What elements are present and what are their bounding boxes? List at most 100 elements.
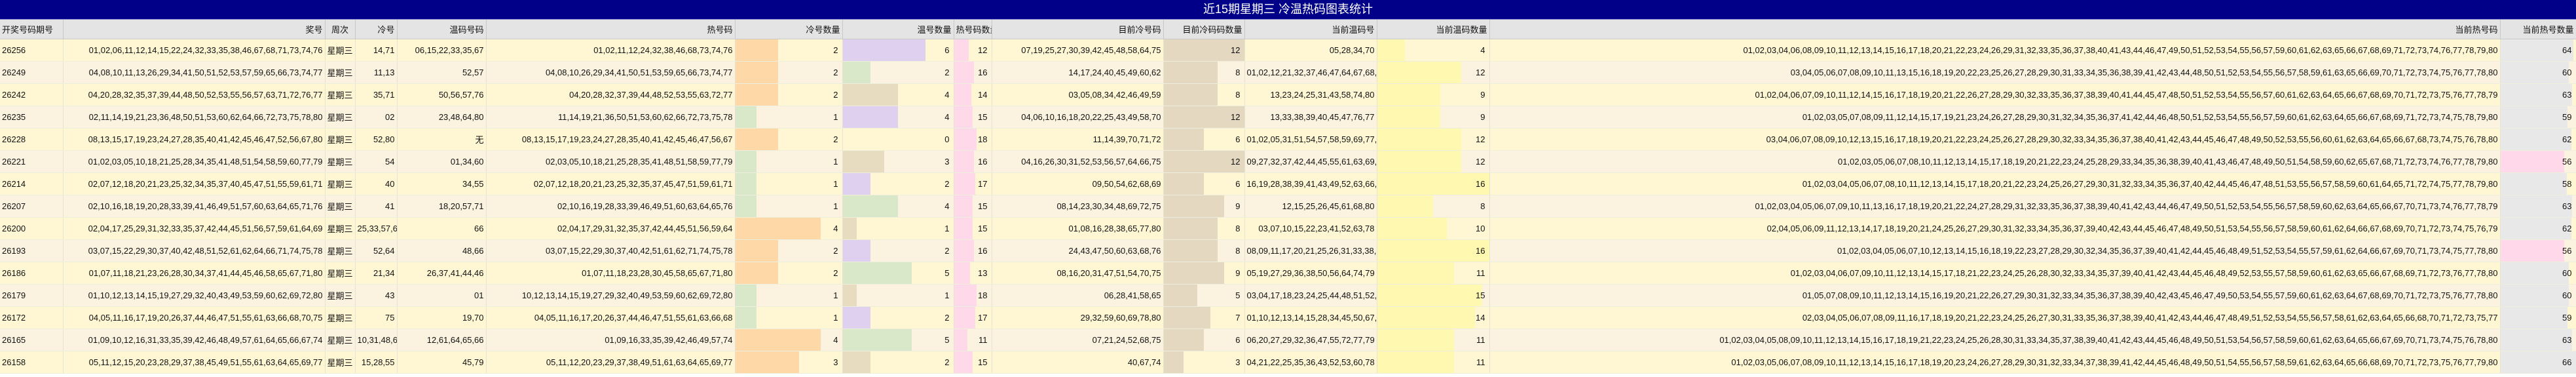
period-cell: 26235 [0,106,64,129]
cold-count-cell: 2 [735,61,843,84]
table-row[interactable]: 26228 08,13,15,17,19,23,24,27,28,35,40,41… [0,128,2576,151]
hot-cell: 05,11,12,20,23,29,37,38,49,51,61,63,64,6… [486,351,736,374]
period-cell: 26172 [0,306,64,329]
hot-count-cell-fill [954,262,971,284]
cur-warm-count-cell-value: 15 [1476,290,1485,300]
target-cold-cell: 04,06,10,16,18,20,22,25,43,49,58,70 [992,106,1164,129]
col-target-cold-count[interactable]: 目前冷码码数量 [1163,20,1245,39]
target-cold-count-cell-fill [1163,262,1224,284]
weekday-cell: 星期三 [325,106,356,129]
cold-cell: 75 [355,306,398,329]
table-row[interactable]: 26256 01,02,06,11,12,14,15,22,24,32,33,35… [0,39,2576,62]
table-row[interactable]: 26179 01,10,12,13,14,15,19,27,29,32,40,43… [0,284,2576,307]
cur-hot-count-cell: 62 [2500,217,2576,240]
table-row[interactable]: 26158 05,11,12,15,20,23,28,29,37,38,45,49… [0,351,2576,374]
cur-warm-count-cell-value: 11 [1476,335,1485,345]
cold-cell: 02 [355,106,398,129]
cur-warm-count-cell-value: 11 [1476,268,1485,278]
cur-hot-count-cell: 62 [2500,128,2576,151]
col-weekday[interactable]: 周次 [325,20,356,39]
period-cell: 26228 [0,128,64,151]
col-cur-warm[interactable]: 当前温码号 [1244,20,1377,39]
cur-warm-count-cell-fill [1377,351,1455,373]
col-period[interactable]: 开奖号码期号 [0,20,64,39]
col-cur-warm-count[interactable]: 当前温码数量 [1377,20,1490,39]
col-warm-count[interactable]: 温号数量 [842,20,954,39]
table-row[interactable]: 26235 02,11,14,19,21,23,36,48,50,51,53,60… [0,106,2576,129]
warm-count-cell: 2 [842,61,954,84]
cur-hot-count-cell-value: 56 [2562,246,2572,256]
warm-count-cell-fill [842,84,898,106]
col-warm[interactable]: 温码号码 [397,20,487,39]
target-cold-count-cell: 12 [1163,39,1245,62]
cur-warm-count-cell: 12 [1377,128,1490,151]
cold-cell: 21,34 [355,262,398,285]
table-row[interactable]: 26242 04,20,28,32,35,37,39,44,48,50,52,53… [0,83,2576,106]
hot-count-cell-fill [954,351,973,373]
cur-warm-count-cell: 4 [1377,39,1490,62]
cur-hot-cell: 01,02,04,06,07,09,10,11,12,14,15,16,17,1… [1489,83,2501,106]
hot-cell: 04,20,28,32,37,39,44,48,52,53,55,63,72,7… [486,83,736,106]
cur-warm-cell: 05,28,34,70 [1244,39,1377,62]
table-row[interactable]: 26249 04,08,10,11,13,26,29,34,41,50,51,52… [0,61,2576,84]
cur-warm-cell: 03,04,17,18,23,24,25,44,48,51,52,56,66,7… [1244,284,1377,307]
cur-hot-count-cell-fill [2500,84,2573,106]
period-cell: 26214 [0,172,64,195]
cold-count-cell-value: 2 [833,268,838,278]
warm-count-cell: 6 [842,39,954,62]
cur-warm-count-cell-value: 9 [1480,112,1485,122]
weekday-cell: 星期三 [325,351,356,374]
table-row[interactable]: 26172 04,05,11,16,17,19,20,26,37,44,46,47… [0,306,2576,329]
cur-hot-cell: 01,05,07,08,09,10,11,12,13,14,15,16,19,2… [1489,284,2501,307]
col-hot[interactable]: 热号码 [486,20,736,39]
hot-count-cell: 16 [954,61,992,84]
col-cold[interactable]: 冷号 [355,20,398,39]
target-cold-count-cell: 6 [1163,128,1245,151]
target-cold-cell: 40,67,74 [992,351,1164,374]
hot-count-cell: 11 [954,328,992,351]
warm-count-cell: 1 [842,284,954,307]
cur-hot-count-cell-fill [2500,262,2569,284]
prize-cell: 08,13,15,17,19,23,24,27,28,35,40,41,42,4… [63,128,326,151]
warm-count-cell-fill [842,62,870,83]
warm-count-cell-fill [842,39,926,61]
target-cold-count-cell: 8 [1163,239,1245,262]
cur-hot-count-cell-value: 63 [2562,335,2572,345]
cold-count-cell: 2 [735,83,843,106]
col-cur-hot-count[interactable]: 当前热号数量 [2500,20,2576,39]
cur-hot-count-cell-value: 60 [2562,68,2572,77]
cold-count-cell: 2 [735,128,843,151]
warm-cell: 18,20,57,71 [397,195,487,218]
cold-count-cell-fill [735,84,778,106]
hot-cell: 01,02,11,12,24,32,38,46,68,73,74,76 [486,39,736,62]
cur-warm-count-cell-fill [1377,195,1433,217]
hot-cell: 11,14,19,21,36,50,51,53,60,62,66,72,73,7… [486,106,736,129]
col-cold-count[interactable]: 冷号数量 [735,20,843,39]
target-cold-count-cell: 8 [1163,61,1245,84]
table-row[interactable]: 26207 02,10,16,18,19,20,28,33,39,41,46,49… [0,195,2576,218]
cur-warm-count-cell-fill [1377,218,1447,239]
table-row[interactable]: 26214 02,07,12,18,20,21,23,25,32,34,35,37… [0,172,2576,195]
cold-count-cell-value: 1 [833,313,838,323]
cur-hot-count-cell-fill [2500,173,2567,195]
warm-count-cell-value: 4 [944,90,950,100]
table-row[interactable]: 26186 01,07,11,18,21,23,26,28,30,34,37,41… [0,262,2576,285]
col-hot-count[interactable]: 热号码数量 [954,20,992,39]
cur-hot-count-cell: 60 [2500,61,2576,84]
table-row[interactable]: 26193 03,07,15,22,29,30,37,40,42,48,51,52… [0,239,2576,262]
cur-warm-count-cell-value: 11 [1476,357,1485,367]
table-row[interactable]: 26165 01,09,10,12,16,31,33,35,39,42,46,48… [0,328,2576,351]
col-target-cold[interactable]: 目前冷号码 [992,20,1164,39]
cur-warm-count-cell-value: 12 [1476,157,1485,167]
cold-count-cell-fill [735,173,757,195]
cur-warm-cell: 09,27,32,37,42,44,45,55,61,63,69,70 [1244,150,1377,173]
col-cur-hot[interactable]: 当前热号码 [1489,20,2501,39]
cold-count-cell-value: 4 [833,224,838,233]
cur-hot-cell: 01,02,03,05,06,07,08,10,11,12,13,14,15,1… [1489,150,2501,173]
target-cold-count-cell-fill [1163,62,1218,83]
table-row[interactable]: 26221 01,02,03,05,10,18,21,25,28,34,35,41… [0,150,2576,173]
col-prize[interactable]: 奖号 [63,20,326,39]
cold-cell: 43 [355,284,398,307]
table-row[interactable]: 26200 02,04,17,25,29,31,32,33,35,37,42,44… [0,217,2576,240]
cur-warm-count-cell-value: 16 [1476,246,1485,256]
